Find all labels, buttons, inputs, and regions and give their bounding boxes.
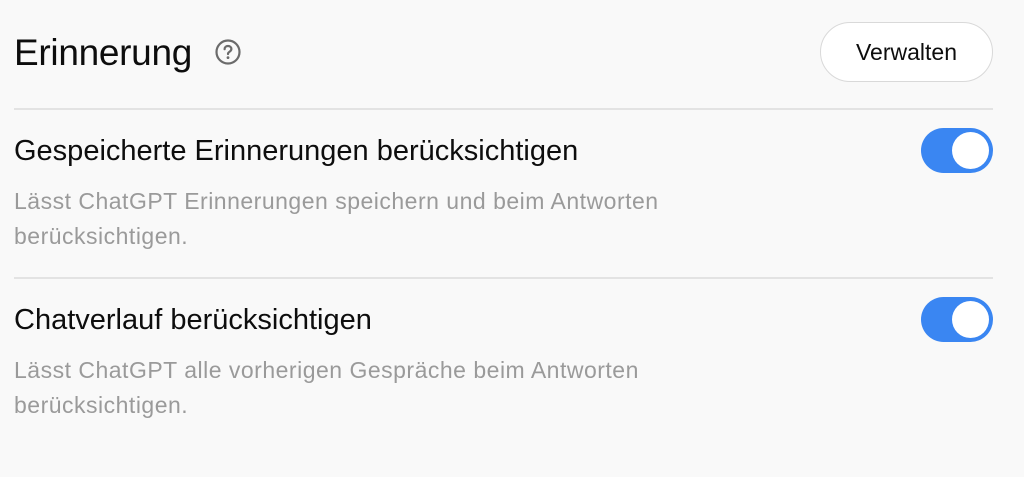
section-header: Erinnerung Verwalten — [14, 21, 993, 83]
question-circle-icon-graphic — [215, 39, 241, 65]
setting-saved-memories: Gespeicherte Erinnerungen berücksichtige… — [14, 128, 993, 254]
header-left: Erinnerung — [14, 34, 242, 71]
page-title: Erinnerung — [14, 31, 193, 73]
chat-history-toggle[interactable] — [921, 297, 993, 342]
setting-chat-history: Chatverlauf berücksichtigen Lässt ChatGP… — [14, 297, 993, 423]
divider — [14, 277, 993, 279]
divider — [14, 108, 993, 110]
toggle-knob — [952, 132, 989, 169]
saved-memories-toggle[interactable] — [921, 128, 993, 173]
question-circle-icon[interactable] — [214, 38, 242, 66]
setting-title: Chatverlauf berücksichtigen — [14, 304, 372, 336]
setting-description: Lässt ChatGPT alle vorherigen Gespräche … — [14, 357, 639, 418]
setting-title: Gespeicherte Erinnerungen berücksichtige… — [14, 135, 579, 167]
setting-description: Lässt ChatGPT Erinnerungen speichern und… — [14, 188, 659, 249]
memory-settings-panel: Erinnerung Verwalten Gespeicherte Erinne… — [14, 0, 993, 477]
toggle-knob — [952, 301, 989, 338]
manage-button[interactable]: Verwalten — [820, 22, 993, 82]
